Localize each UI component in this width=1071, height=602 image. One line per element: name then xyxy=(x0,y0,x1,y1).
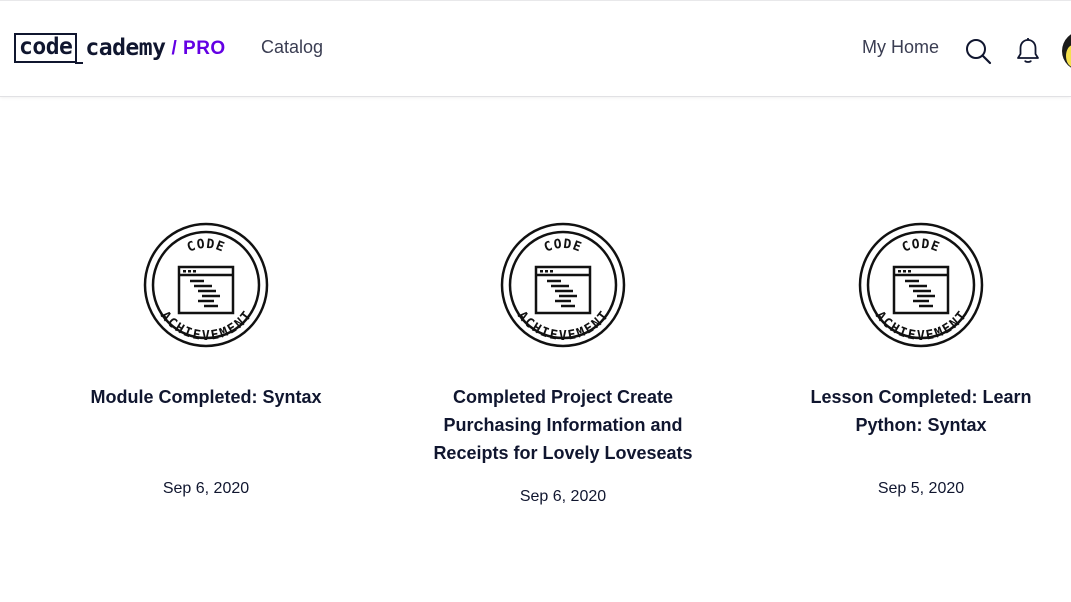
achievement-date: Sep 5, 2020 xyxy=(877,480,965,497)
achievement-title: Completed Project Create Purchasing Info… xyxy=(433,387,693,463)
nav-catalog-link[interactable]: Catalog xyxy=(261,37,323,58)
code-achievement-badge-icon: CODE ACHIEVEMENT xyxy=(143,222,269,348)
code-achievement-badge-icon: CODE ACHIEVEMENT xyxy=(500,222,626,348)
logo-code-box: code xyxy=(14,33,84,64)
achievement-card[interactable]: CODE ACHIEVEMENT Module Completed: Synta… xyxy=(61,221,351,497)
achievement-card[interactable]: CODE ACHIEVEMENT Completed Project Creat… xyxy=(418,221,708,505)
codecademy-pro-logo[interactable]: code cademy / PRO xyxy=(14,33,226,64)
logo-pro-label: / PRO xyxy=(171,38,226,59)
achievement-date: Sep 6, 2020 xyxy=(519,488,607,505)
logo-cademy-text: cademy xyxy=(85,35,166,61)
achievement-card[interactable]: CODE ACHIEVEMENT Lesson Completed: Learn… xyxy=(776,221,1066,497)
bell-icon[interactable] xyxy=(1015,37,1041,65)
avatar[interactable] xyxy=(1062,31,1071,71)
achievement-title: Module Completed: Syntax xyxy=(90,387,322,407)
code-achievement-badge-icon: CODE ACHIEVEMENT xyxy=(858,222,984,348)
search-icon[interactable] xyxy=(964,37,992,65)
achievement-date: Sep 6, 2020 xyxy=(162,480,250,497)
top-navbar: code cademy / PRO Catalog My Home xyxy=(0,0,1071,97)
nav-my-home-link[interactable]: My Home xyxy=(862,37,939,58)
achievement-title: Lesson Completed: Learn Python: Syntax xyxy=(810,387,1032,435)
